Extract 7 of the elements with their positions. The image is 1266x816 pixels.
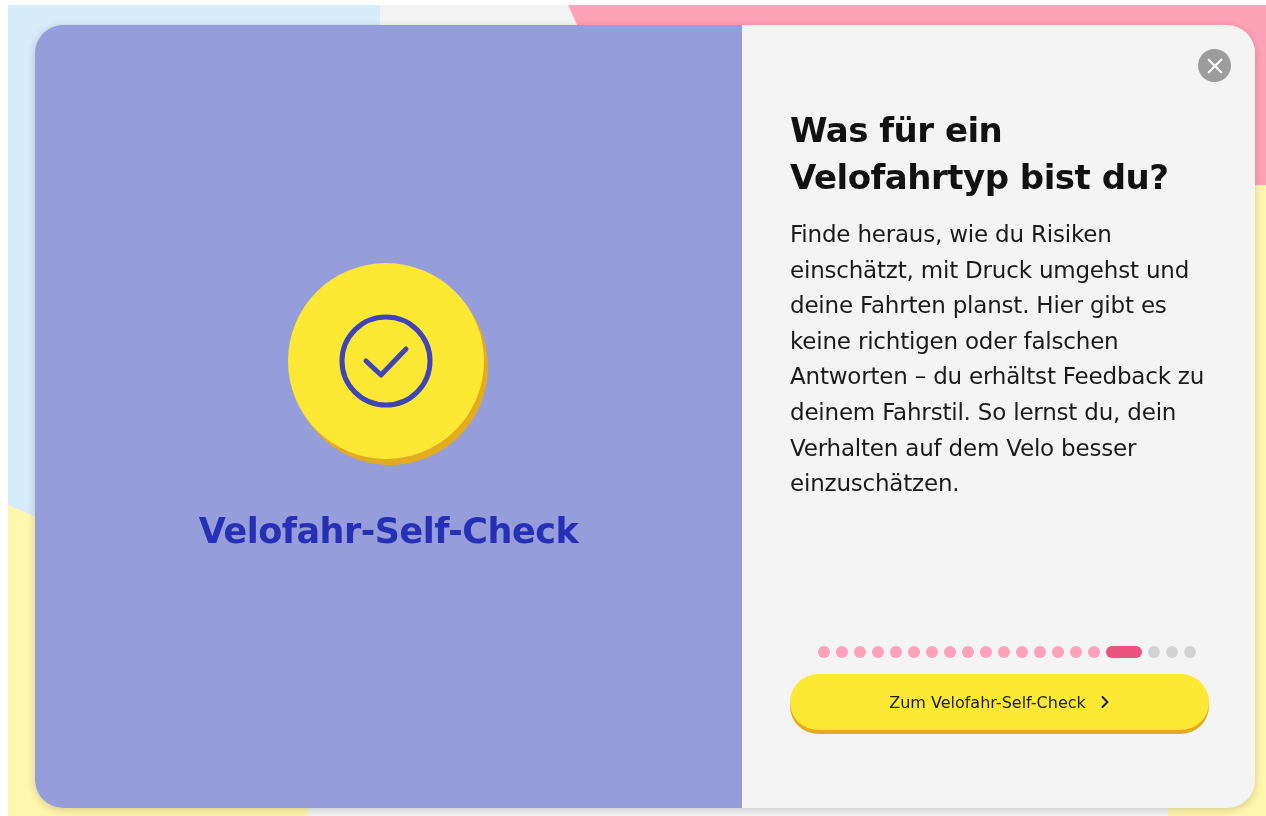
chevron-icon bbox=[1099, 695, 1110, 709]
check-badge-icon bbox=[288, 262, 489, 467]
close-button[interactable] bbox=[1198, 49, 1231, 82]
close-icon bbox=[1205, 56, 1224, 75]
dialog-heading: Was für ein Velofahrtyp bist du? bbox=[790, 109, 1170, 199]
description: Finde heraus, wie du Risiken einschätzt, mit Druck umgehst und deine Fahrten planst. Hier gibt es keine richtigen oder falschen Antworten – du erhältst Feedback zu deinem Fahrstil. So lernst du, dein Verhalten auf dem Velo besser einzuschätzen. bbox=[790, 220, 1206, 499]
hero-title: Velofahr-Self-Check bbox=[198, 510, 579, 551]
